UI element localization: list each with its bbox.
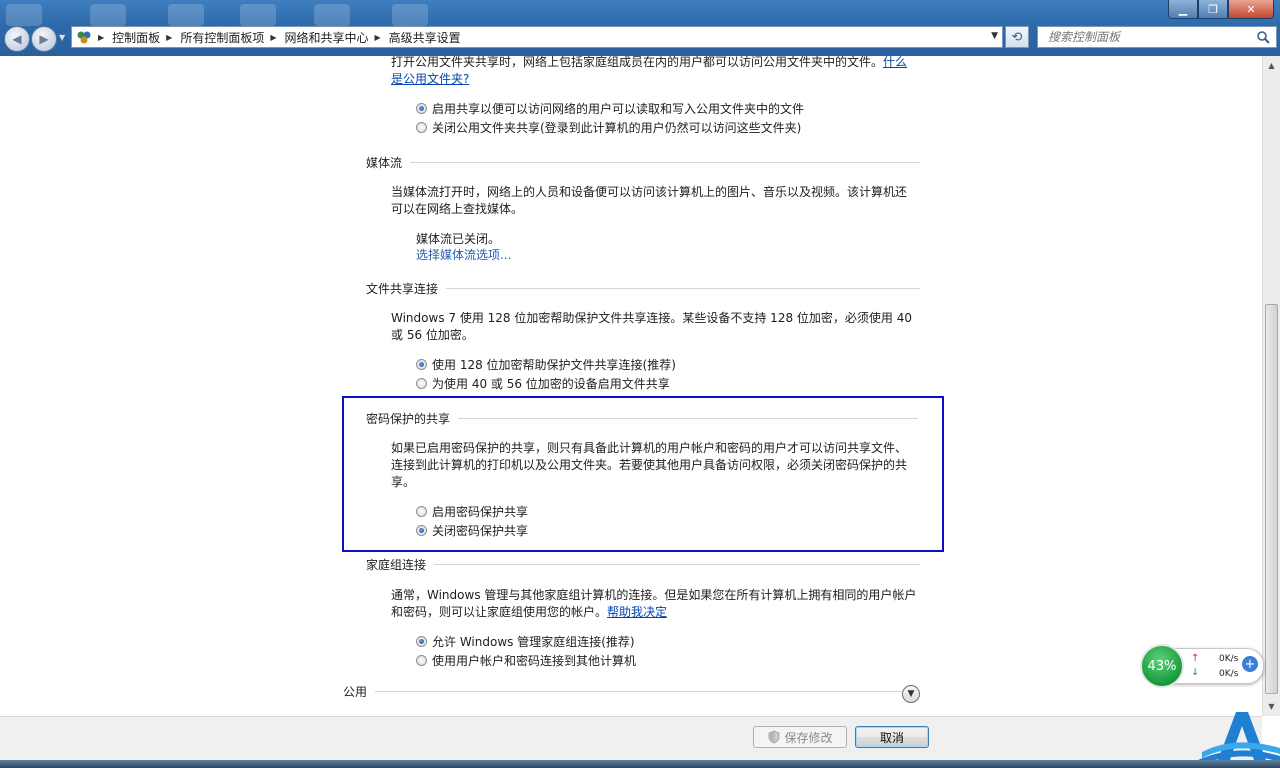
background-window-ghost bbox=[240, 4, 276, 26]
public-profile-heading[interactable]: 公用 bbox=[343, 683, 903, 700]
encryption-40-56-option[interactable]: 为使用 40 或 56 位加密的设备启用文件共享 bbox=[416, 375, 670, 392]
breadcrumb-chevron-icon: ▶ bbox=[98, 32, 105, 42]
public-folder-enable-option[interactable]: 启用共享以便可以访问网络的用户可以读取和写入公用文件夹中的文件 bbox=[416, 100, 804, 117]
profile-divider bbox=[375, 691, 903, 692]
memory-usage-indicator: 43% bbox=[1140, 644, 1184, 688]
control-panel-icon bbox=[77, 31, 91, 44]
address-dropdown-icon[interactable]: ▼ bbox=[991, 31, 998, 41]
address-bar[interactable]: ▶ 控制面板 ▶ 所有控制面板项 ▶ 网络和共享中心 ▶ 高级共享设置 ▼ bbox=[71, 26, 1003, 48]
highlight-box bbox=[342, 396, 944, 552]
breadcrumb-item[interactable]: 所有控制面板项 bbox=[180, 29, 264, 46]
help-me-decide-link[interactable]: 帮助我决定 bbox=[607, 605, 667, 619]
search-input[interactable] bbox=[1046, 29, 1260, 45]
advanced-sharing-content: 打开公用文件夹共享时，网络上包括家庭组成员在内的用户都可以访问公用文件夹中的文件… bbox=[0, 56, 1262, 716]
search-box[interactable] bbox=[1037, 26, 1277, 48]
back-arrow-icon: ◀ bbox=[12, 32, 22, 46]
radio-selected-icon[interactable] bbox=[416, 359, 427, 370]
window-controls: ▁ ❐ ✕ bbox=[1168, 0, 1274, 20]
radio-unselected-icon[interactable] bbox=[416, 378, 427, 389]
restore-icon: ❐ bbox=[1208, 2, 1218, 16]
brand-logo-icon bbox=[1198, 712, 1280, 766]
encryption-128-option[interactable]: 使用 128 位加密帮助保护文件共享连接(推荐) bbox=[416, 356, 676, 373]
homegroup-description: 通常，Windows 管理与其他家庭组计算机的连接。但是如果您在所有计算机上拥有… bbox=[391, 588, 917, 619]
section-title: 家庭组连接 bbox=[366, 558, 427, 572]
add-gadget-icon[interactable]: + bbox=[1242, 656, 1258, 672]
file-sharing-heading: 文件共享连接 bbox=[366, 280, 921, 297]
profile-title: 公用 bbox=[343, 685, 368, 699]
search-icon[interactable] bbox=[1256, 30, 1270, 44]
section-title: 文件共享连接 bbox=[366, 282, 439, 296]
homegroup-heading: 家庭组连接 bbox=[366, 556, 921, 573]
option-label: 为使用 40 或 56 位加密的设备启用文件共享 bbox=[432, 377, 670, 391]
vertical-scrollbar[interactable]: ▲ ▼ bbox=[1262, 56, 1280, 716]
section-divider bbox=[410, 162, 921, 163]
public-folder-description: 打开公用文件夹共享时，网络上包括家庭组成员在内的用户都可以访问公用文件夹中的文件… bbox=[391, 56, 908, 86]
radio-unselected-icon[interactable] bbox=[416, 122, 427, 133]
media-streaming-description: 当媒体流打开时，网络上的人员和设备便可以访问该计算机上的图片、音乐以及视频。该计… bbox=[391, 185, 908, 216]
background-window-ghost bbox=[6, 4, 42, 26]
file-sharing-description: Windows 7 使用 128 位加密帮助保护文件共享连接。某些设备不支持 1… bbox=[391, 311, 912, 342]
homegroup-windows-managed-option[interactable]: 允许 Windows 管理家庭组连接(推荐) bbox=[416, 633, 635, 650]
refresh-icon: ⟲ bbox=[1011, 29, 1023, 45]
upload-rate: 0K/s bbox=[1219, 654, 1239, 664]
refresh-button[interactable]: ⟲ bbox=[1005, 26, 1029, 48]
dialog-footer: 保存修改 取消 bbox=[0, 716, 1262, 760]
media-streaming-options-link[interactable]: 选择媒体流选项... bbox=[416, 246, 511, 263]
section-title: 媒体流 bbox=[366, 156, 403, 170]
recent-pages-dropdown[interactable]: ▼ bbox=[59, 33, 65, 42]
save-label: 保存修改 bbox=[784, 730, 833, 745]
option-label: 使用用户帐户和密码连接到其他计算机 bbox=[432, 654, 637, 668]
public-folder-disable-option[interactable]: 关闭公用文件夹共享(登录到此计算机的用户仍然可以访问这些文件夹) bbox=[416, 119, 801, 136]
save-changes-button[interactable]: 保存修改 bbox=[753, 726, 847, 748]
minimize-icon: ▁ bbox=[1178, 2, 1188, 16]
network-speed-gadget[interactable]: 43% ↑ 0K/s ↓ 0K/s + bbox=[1140, 644, 1264, 688]
breadcrumb-item[interactable]: 控制面板 bbox=[112, 29, 160, 46]
forward-arrow-icon: ▶ bbox=[39, 32, 49, 46]
forward-button[interactable]: ▶ bbox=[31, 26, 57, 52]
media-streaming-heading: 媒体流 bbox=[366, 154, 921, 171]
media-streaming-status: 媒体流已关闭。 bbox=[416, 232, 501, 246]
homegroup-user-accounts-option[interactable]: 使用用户帐户和密码连接到其他计算机 bbox=[416, 652, 636, 669]
option-label: 使用 128 位加密帮助保护文件共享连接(推荐) bbox=[432, 358, 676, 372]
upload-arrow-icon: ↑ bbox=[1191, 653, 1200, 664]
download-arrow-icon: ↓ bbox=[1191, 667, 1200, 678]
window-titlebar: ▁ ❐ ✕ ◀ ▶ ▼ ▶ 控制面板 ▶ 所有控制面板项 ▶ 网络和共享中心 ▶… bbox=[0, 0, 1280, 56]
breadcrumb-chevron-icon: ▶ bbox=[374, 32, 381, 42]
section-divider bbox=[446, 288, 921, 289]
option-label: 允许 Windows 管理家庭组连接(推荐) bbox=[432, 635, 635, 649]
scroll-up-arrow-icon[interactable]: ▲ bbox=[1265, 58, 1278, 73]
option-label: 关闭公用文件夹共享(登录到此计算机的用户仍然可以访问这些文件夹) bbox=[432, 121, 802, 135]
minimize-button[interactable]: ▁ bbox=[1168, 0, 1198, 19]
radio-selected-icon[interactable] bbox=[416, 636, 427, 647]
background-window-ghost bbox=[90, 4, 126, 26]
chevron-down-icon: ▼ bbox=[907, 689, 915, 699]
breadcrumb-chevron-icon: ▶ bbox=[166, 32, 173, 42]
taskbar[interactable] bbox=[0, 760, 1280, 768]
close-button[interactable]: ✕ bbox=[1228, 0, 1274, 19]
option-label: 启用共享以便可以访问网络的用户可以读取和写入公用文件夹中的文件 bbox=[432, 102, 805, 116]
restore-button[interactable]: ❐ bbox=[1198, 0, 1228, 19]
background-window-ghost bbox=[168, 4, 204, 26]
radio-selected-icon[interactable] bbox=[416, 103, 427, 114]
breadcrumb-item[interactable]: 网络和共享中心 bbox=[285, 29, 369, 46]
back-button[interactable]: ◀ bbox=[4, 26, 30, 52]
section-divider bbox=[434, 564, 921, 565]
radio-unselected-icon[interactable] bbox=[416, 655, 427, 666]
background-window-ghost bbox=[392, 4, 428, 26]
breadcrumb-chevron-icon: ▶ bbox=[270, 32, 277, 42]
background-window-ghost bbox=[314, 4, 350, 26]
uac-shield-icon bbox=[769, 730, 780, 744]
expand-profile-button[interactable]: ▼ bbox=[902, 685, 920, 703]
download-rate: 0K/s bbox=[1219, 669, 1239, 679]
scrollbar-thumb[interactable] bbox=[1265, 304, 1278, 694]
close-icon: ✕ bbox=[1246, 2, 1256, 16]
breadcrumb-item[interactable]: 高级共享设置 bbox=[389, 29, 461, 46]
cancel-button[interactable]: 取消 bbox=[855, 726, 929, 748]
